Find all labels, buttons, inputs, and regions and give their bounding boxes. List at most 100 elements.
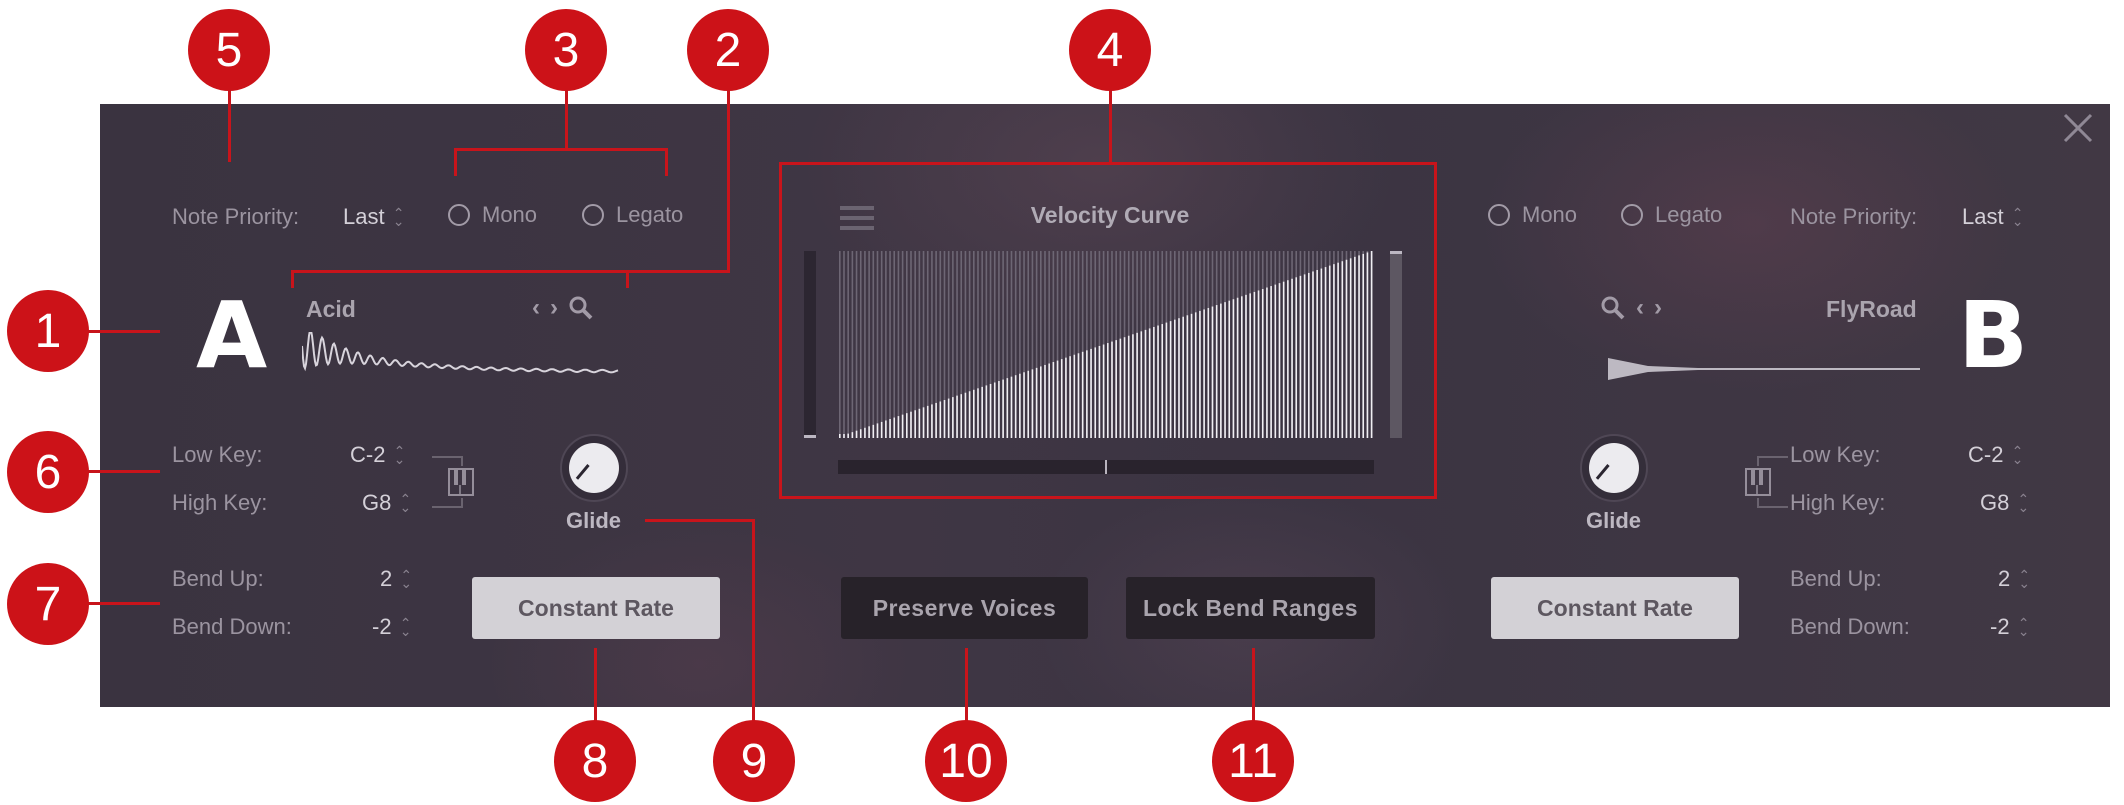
callout-bracket-2-left (291, 270, 294, 288)
glide-knob[interactable] (560, 434, 628, 502)
callout-11: 11 (1212, 720, 1294, 802)
keyboard-learn-icon[interactable] (448, 468, 474, 496)
next-preset-icon[interactable]: › (550, 294, 558, 322)
callout-bracket-3-left (454, 148, 457, 176)
bend-down-value: -2 (372, 614, 392, 639)
callout-line-7 (88, 602, 160, 605)
waveform-display (302, 332, 619, 374)
low-key-label-b: Low Key: (1790, 442, 1881, 467)
bend-up-value: 2 (380, 566, 393, 591)
callout-line-4 (1109, 90, 1112, 163)
callout-line-11 (1252, 648, 1255, 722)
bend-up-value-b: 2 (1998, 566, 2011, 591)
legato-label: Legato (616, 202, 684, 227)
mono-radio-b[interactable] (1488, 204, 1510, 226)
preset-name-b[interactable]: FlyRoad (1826, 296, 1917, 323)
constant-rate-button[interactable]: Constant Rate (472, 577, 720, 639)
note-priority-selector-b[interactable]: Last ⌃ ⌄ (1962, 204, 2024, 230)
note-priority-label: Note Priority: (172, 204, 300, 229)
low-key-label: Low Key: (172, 442, 263, 467)
callout-8: 8 (554, 720, 636, 802)
callout-bracket-3 (454, 148, 668, 151)
up-down-arrows-icon: ⌃ ⌄ (2017, 491, 2030, 515)
note-priority-value-b: Last (1962, 204, 2004, 229)
callout-3: 3 (525, 9, 607, 91)
callout-line-9 (752, 519, 755, 722)
mono-label-b: Mono (1522, 202, 1578, 227)
low-key-selector[interactable]: C-2 ⌃ ⌄ (350, 442, 405, 468)
callout-line-10 (965, 648, 968, 722)
glide-knob-b[interactable] (1580, 434, 1648, 502)
callout-7: 7 (7, 563, 89, 645)
up-down-arrows-icon: ⌃ ⌄ (399, 491, 412, 515)
bend-up-selector[interactable]: 2 ⌃ ⌄ (380, 566, 412, 592)
up-down-arrows-icon: ⌃ ⌄ (2011, 205, 2024, 229)
callout-line-9-h (645, 519, 755, 522)
bend-up-label-b: Bend Up: (1790, 566, 1882, 591)
keyboard-learn-icon-b[interactable] (1745, 468, 1771, 496)
note-priority-selector[interactable]: Last ⌃ ⌄ (343, 204, 405, 230)
high-key-selector-b[interactable]: G8 ⌃ ⌄ (1980, 490, 2029, 516)
mono-label: Mono (482, 202, 538, 227)
waveform-shape-b (1608, 358, 1920, 380)
bend-down-label: Bend Down: (172, 614, 292, 639)
search-icon[interactable] (568, 295, 594, 321)
mono-toggle[interactable]: Mono (448, 202, 537, 228)
next-preset-icon-b[interactable]: › (1654, 294, 1662, 322)
legato-toggle-b[interactable]: Legato (1621, 202, 1722, 228)
high-key-value-b: G8 (1980, 490, 2010, 515)
bend-up-label: Bend Up: (172, 566, 264, 591)
bend-down-selector-b[interactable]: -2 ⌃ ⌄ (1990, 614, 2030, 640)
preserve-voices-button[interactable]: Preserve Voices (841, 577, 1088, 639)
low-key-value: C-2 (350, 442, 386, 467)
high-key-selector[interactable]: G8 ⌃ ⌄ (362, 490, 411, 516)
callout-line-6 (88, 470, 160, 473)
callout-line-3 (565, 90, 568, 150)
up-down-arrows-icon: ⌃ ⌄ (2017, 615, 2030, 639)
velocity-highlight-box (779, 162, 1437, 499)
constant-rate-button-b[interactable]: Constant Rate (1491, 577, 1739, 639)
slot-letter-a: A (196, 282, 268, 389)
high-key-value: G8 (362, 490, 392, 515)
bend-down-label-b: Bend Down: (1790, 614, 1910, 639)
bend-down-value-b: -2 (1990, 614, 2010, 639)
bend-down-selector[interactable]: -2 ⌃ ⌄ (372, 614, 412, 640)
previous-preset-icon-b[interactable]: ‹ (1636, 294, 1644, 322)
callout-line-1 (88, 330, 160, 333)
callout-bracket-2 (291, 270, 730, 273)
callout-line-5 (228, 90, 231, 162)
legato-radio-b[interactable] (1621, 204, 1643, 226)
callout-5: 5 (188, 9, 270, 91)
up-down-arrows-icon: ⌃ ⌄ (393, 443, 406, 467)
legato-radio[interactable] (582, 204, 604, 226)
glide-knob-pointer (575, 464, 590, 480)
previous-preset-icon[interactable]: ‹ (532, 294, 540, 322)
lock-bend-ranges-button[interactable]: Lock Bend Ranges (1126, 577, 1375, 639)
callout-1: 1 (7, 290, 89, 372)
up-down-arrows-icon: ⌃ ⌄ (392, 205, 405, 229)
glide-label-b: Glide (1586, 508, 1642, 533)
legato-toggle[interactable]: Legato (582, 202, 683, 228)
callout-bracket-3-right (665, 148, 668, 176)
mono-toggle-b[interactable]: Mono (1488, 202, 1577, 228)
callout-10: 10 (925, 720, 1007, 802)
bend-up-selector-b[interactable]: 2 ⌃ ⌄ (1998, 566, 2030, 592)
note-priority-label-b: Note Priority: (1790, 204, 1918, 229)
preset-name[interactable]: Acid (306, 296, 356, 323)
high-key-label: High Key: (172, 490, 268, 515)
close-button[interactable] (2062, 112, 2094, 144)
mono-radio[interactable] (448, 204, 470, 226)
callout-4: 4 (1069, 9, 1151, 91)
callout-9: 9 (713, 720, 795, 802)
slot-letter-b: B (1958, 282, 2029, 389)
glide-knob-cap-b (1589, 443, 1639, 493)
callout-6: 6 (7, 431, 89, 513)
callout-line-2 (727, 90, 730, 272)
note-priority-value: Last (343, 204, 385, 229)
high-key-label-b: High Key: (1790, 490, 1886, 515)
up-down-arrows-icon: ⌃ ⌄ (400, 567, 413, 591)
low-key-selector-b[interactable]: C-2 ⌃ ⌄ (1968, 442, 2023, 468)
search-icon-b[interactable] (1600, 295, 1626, 321)
glide-label: Glide (566, 508, 622, 533)
waveform-display-b (1608, 358, 1920, 380)
